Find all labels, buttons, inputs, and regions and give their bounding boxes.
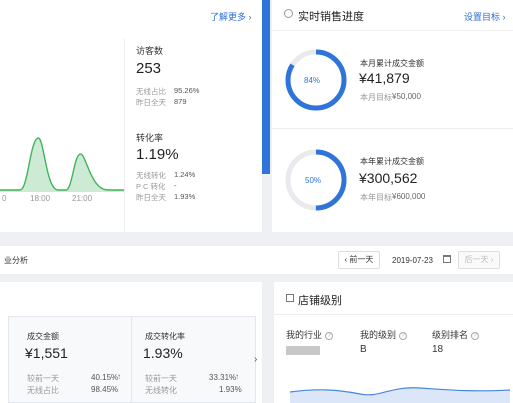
analysis-title: 业分析 — [4, 256, 28, 265]
month-amount: ¥41,879 — [359, 70, 410, 86]
x-tick: 0 — [2, 194, 7, 203]
card-value: 1.93% — [143, 345, 183, 361]
date-value: 2019-07-23 — [392, 256, 433, 265]
year-target-label: 本年目标 — [360, 193, 392, 202]
arrow-up-icon: ↑ — [117, 372, 121, 381]
learn-more-link[interactable]: 了解更多 › — [210, 10, 252, 23]
conversion-label: 转化率 — [136, 133, 164, 143]
store-level-panel: 店铺级别 我的行业? 我的级别? B 级别排名? 18 — [274, 282, 513, 403]
traffic-area-fill — [0, 137, 124, 192]
arrow-up-icon: ↑ — [235, 372, 239, 381]
card-label: 成交转化率 — [145, 332, 185, 341]
rank-label: 级别排名? — [432, 328, 480, 341]
month-target-value: ¥50,000 — [392, 92, 421, 101]
transaction-panel: 成交金额 ¥1,551 较前一天 40.15% ↑ 无线占比 98.45% 成交… — [0, 282, 262, 403]
set-target-link[interactable]: 设置目标 › — [464, 10, 506, 23]
visitors-row: 昨日全天 879 — [136, 97, 187, 107]
card-row-value: 1.93% — [219, 385, 242, 394]
metric-cards: 成交金额 ¥1,551 较前一天 40.15% ↑ 无线占比 98.45% 成交… — [8, 316, 256, 403]
industry-value-redacted — [286, 346, 320, 355]
conversion-value: 1.19% — [136, 146, 179, 163]
sales-progress-panel: 实时销售进度 设置目标 › 84% 本月累计成交金额 ¥41,879 本月目标 … — [272, 0, 513, 232]
help-icon[interactable]: ? — [399, 332, 408, 340]
divider — [124, 38, 125, 232]
card-label: 成交金额 — [27, 332, 59, 341]
card-row-key: 较前一天 — [27, 374, 59, 383]
store-level-title: 店铺级别 — [298, 295, 342, 307]
scrollbar[interactable] — [262, 0, 270, 174]
year-target-value: ¥600,000 — [392, 192, 426, 201]
x-tick: 21:00 — [72, 194, 93, 203]
visitors-row: 无线占比 95.26% — [136, 86, 200, 96]
visitors-label: 访客数 — [136, 46, 164, 56]
level-trend-chart — [290, 387, 510, 403]
divider — [274, 314, 513, 315]
divider — [131, 317, 132, 403]
card-row-key: 无线占比 — [27, 386, 59, 395]
conversion-row: 无线转化 1.24% — [136, 170, 196, 180]
analysis-toolbar: 业分析 ‹ 前一天 2019-07-23 后一天 › — [0, 246, 513, 274]
help-icon[interactable]: ? — [471, 332, 480, 340]
year-percent: 50% — [305, 176, 322, 185]
card-value: ¥1,551 — [25, 345, 68, 361]
help-icon[interactable]: ? — [325, 332, 334, 340]
traffic-area-line — [0, 137, 124, 191]
calendar-icon[interactable] — [443, 255, 451, 263]
year-amount: ¥300,562 — [359, 170, 418, 186]
sales-title: 实时销售进度 — [298, 11, 364, 23]
card-row-key: 无线转化 — [145, 386, 177, 395]
traffic-panel: 了解更多 › 0 18:00 21:00 访客数 253 无线占比 95.26% … — [0, 0, 262, 232]
month-target-label: 本月目标 — [360, 93, 392, 102]
next-day-button[interactable]: 后一天 › — [458, 251, 500, 269]
conversion-row: P C 转化 - — [136, 181, 177, 191]
conversion-row: 昨日全天 1.93% — [136, 192, 196, 202]
industry-label: 我的行业? — [286, 328, 334, 341]
month-label: 本月累计成交金额 — [360, 59, 424, 68]
prev-day-button[interactable]: ‹ 前一天 — [338, 251, 380, 269]
divider — [272, 30, 513, 31]
x-tick: 18:00 — [30, 194, 51, 203]
card-row-value: 98.45% — [91, 385, 119, 394]
visitors-value: 253 — [136, 60, 162, 77]
card-row-value: 40.15% — [91, 373, 119, 382]
divider — [272, 128, 513, 129]
level-label: 我的级别? — [360, 328, 408, 341]
rank-value: 18 — [432, 344, 444, 355]
clock-icon — [284, 9, 293, 18]
traffic-area-chart — [0, 137, 124, 192]
card-row-value: 33.31% — [209, 373, 237, 382]
month-percent: 84% — [304, 76, 321, 85]
chevron-right-icon[interactable]: › — [254, 354, 257, 365]
card-row-key: 较前一天 — [145, 374, 177, 383]
store-icon — [286, 294, 294, 302]
level-value: B — [360, 344, 367, 355]
year-label: 本年累计成交金额 — [360, 157, 424, 166]
